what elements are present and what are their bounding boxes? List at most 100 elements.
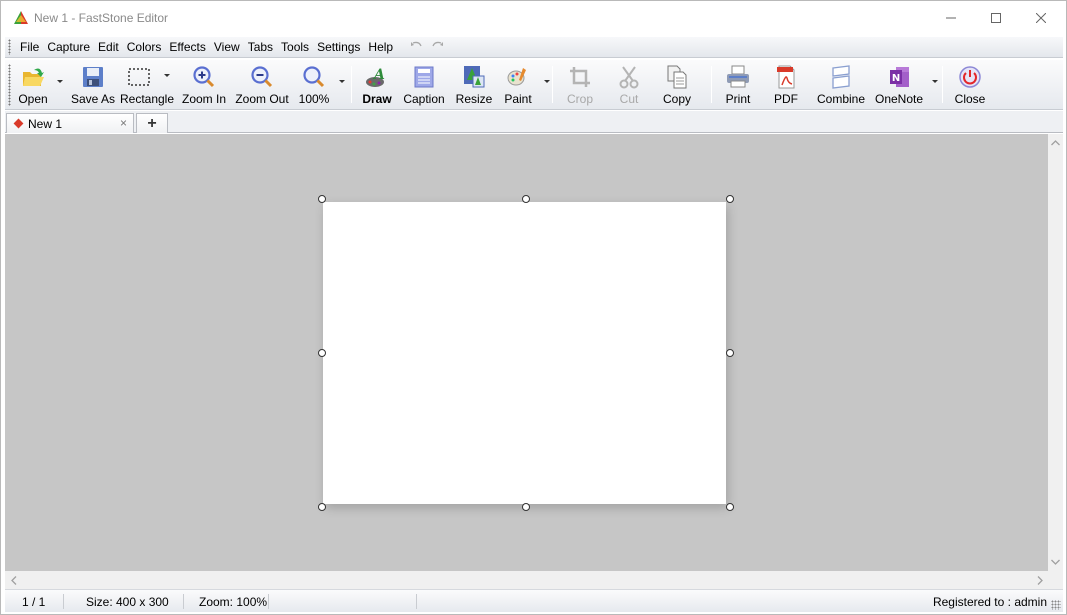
canvas-workspace[interactable] <box>5 134 1048 571</box>
paint-label: Paint <box>504 92 532 106</box>
status-separator <box>416 594 417 609</box>
pdf-button[interactable]: PDF <box>760 60 812 110</box>
resize-handle-top-left[interactable] <box>318 195 326 203</box>
redo-button[interactable] <box>428 41 447 53</box>
zoom-100-button[interactable]: 100% <box>293 60 345 110</box>
tab-new-1[interactable]: New 1 × <box>6 113 134 133</box>
onenote-label: OneNote <box>874 92 924 106</box>
status-bar: 1 / 1 Size: 400 x 300 Zoom: 100% Registe… <box>5 589 1063 612</box>
open-button[interactable]: Open <box>13 60 63 110</box>
scroll-up-icon[interactable] <box>1051 140 1060 146</box>
zoom-out-label: Zoom Out <box>235 92 289 106</box>
menu-tabs[interactable]: Tabs <box>244 37 277 57</box>
resize-handle-top[interactable] <box>522 195 530 203</box>
draw-button[interactable]: A Draw <box>356 60 398 110</box>
onenote-icon: N <box>890 67 909 87</box>
rectangle-button[interactable]: Rectangle <box>117 60 177 110</box>
print-button[interactable]: Print <box>716 60 760 110</box>
svg-text:N: N <box>892 73 900 84</box>
scissors-icon <box>619 66 639 89</box>
resize-handle-bottom[interactable] <box>522 503 530 511</box>
printer-icon <box>727 65 749 88</box>
menu-capture[interactable]: Capture <box>43 37 94 57</box>
menu-help[interactable]: Help <box>364 37 397 57</box>
undo-icon <box>411 41 422 47</box>
zoom-in-button[interactable]: Zoom In <box>177 60 231 110</box>
window-resize-grip[interactable] <box>1051 600 1061 610</box>
combine-icon <box>832 65 850 89</box>
crop-button[interactable]: Crop <box>557 60 603 110</box>
onenote-dropdown-arrow[interactable] <box>932 80 938 83</box>
close-button[interactable]: Close <box>947 60 993 110</box>
toolbar-separator <box>942 66 943 103</box>
floppy-disk-icon <box>83 67 103 87</box>
zoom-100-label: 100% <box>298 92 330 106</box>
resize-handle-bottom-right[interactable] <box>726 503 734 511</box>
horizontal-scrollbar[interactable] <box>5 571 1048 589</box>
scroll-left-icon[interactable] <box>11 576 17 585</box>
vertical-scrollbar[interactable] <box>1048 134 1063 571</box>
toolbar-grip-handle[interactable] <box>8 64 11 106</box>
zoom-out-button[interactable]: Zoom Out <box>231 60 293 110</box>
caption-button[interactable]: Caption <box>398 60 450 110</box>
cut-button[interactable]: Cut <box>603 60 655 110</box>
scroll-down-icon[interactable] <box>1051 559 1060 565</box>
combine-label: Combine <box>816 92 866 106</box>
redo-icon <box>432 41 444 47</box>
menu-edit[interactable]: Edit <box>94 37 123 57</box>
scroll-corner <box>1048 571 1063 589</box>
onenote-button[interactable]: N OneNote <box>870 60 938 110</box>
open-dropdown-arrow[interactable] <box>57 80 63 83</box>
close-icon <box>1036 13 1046 23</box>
combine-button[interactable]: Combine <box>812 60 870 110</box>
rectangle-label: Rectangle <box>119 92 175 106</box>
scroll-right-icon[interactable] <box>1037 576 1043 585</box>
resize-handle-top-right[interactable] <box>726 195 734 203</box>
menu-colors[interactable]: Colors <box>123 37 166 57</box>
resize-handle-bottom-left[interactable] <box>318 503 326 511</box>
status-separator <box>63 594 64 609</box>
paint-dropdown-arrow[interactable] <box>544 80 550 83</box>
copy-button[interactable]: Copy <box>655 60 699 110</box>
resize-icon <box>464 66 485 88</box>
resize-button[interactable]: Resize <box>450 60 498 110</box>
draw-label: Draw <box>362 92 392 106</box>
maximize-button[interactable] <box>973 1 1019 35</box>
maximize-icon <box>991 13 1001 23</box>
status-separator <box>183 594 184 609</box>
menu-grip-handle[interactable] <box>8 39 11 55</box>
modified-indicator-icon <box>13 118 24 129</box>
tab-close-button[interactable]: × <box>120 116 127 130</box>
resize-handle-right[interactable] <box>726 349 734 357</box>
close-window-button[interactable] <box>1018 1 1064 35</box>
open-folder-icon <box>23 68 44 86</box>
zoom-in-icon <box>193 66 215 88</box>
new-tab-button[interactable]: + <box>136 113 168 133</box>
magnifier-icon <box>303 66 325 88</box>
toolbar-separator <box>552 66 553 103</box>
crop-label: Crop <box>566 92 593 106</box>
plus-icon: + <box>147 114 157 132</box>
resize-handle-left[interactable] <box>318 349 326 357</box>
zoom-dropdown-arrow[interactable] <box>339 80 345 83</box>
copy-label: Copy <box>662 92 691 106</box>
save-as-button[interactable]: Save As <box>69 60 117 110</box>
pdf-icon <box>777 65 795 89</box>
undo-button[interactable] <box>407 41 426 53</box>
status-zoom-level: Zoom: 100% <box>199 595 268 609</box>
status-separator <box>268 594 269 609</box>
minimize-button[interactable] <box>928 1 974 35</box>
svg-text:A: A <box>372 67 385 83</box>
paint-button[interactable]: Paint <box>498 60 550 110</box>
menu-file[interactable]: File <box>16 37 43 57</box>
menu-effects[interactable]: Effects <box>165 37 209 57</box>
save-as-label: Save As <box>70 92 116 106</box>
menu-view[interactable]: View <box>210 37 244 57</box>
paint-palette-icon <box>507 68 526 86</box>
menu-settings[interactable]: Settings <box>313 37 364 57</box>
document-tab-bar: New 1 × + <box>5 111 1063 133</box>
rectangle-dropdown-arrow[interactable] <box>164 74 170 77</box>
close-label: Close <box>954 92 986 106</box>
image-canvas[interactable] <box>323 202 726 504</box>
menu-tools[interactable]: Tools <box>277 37 313 57</box>
